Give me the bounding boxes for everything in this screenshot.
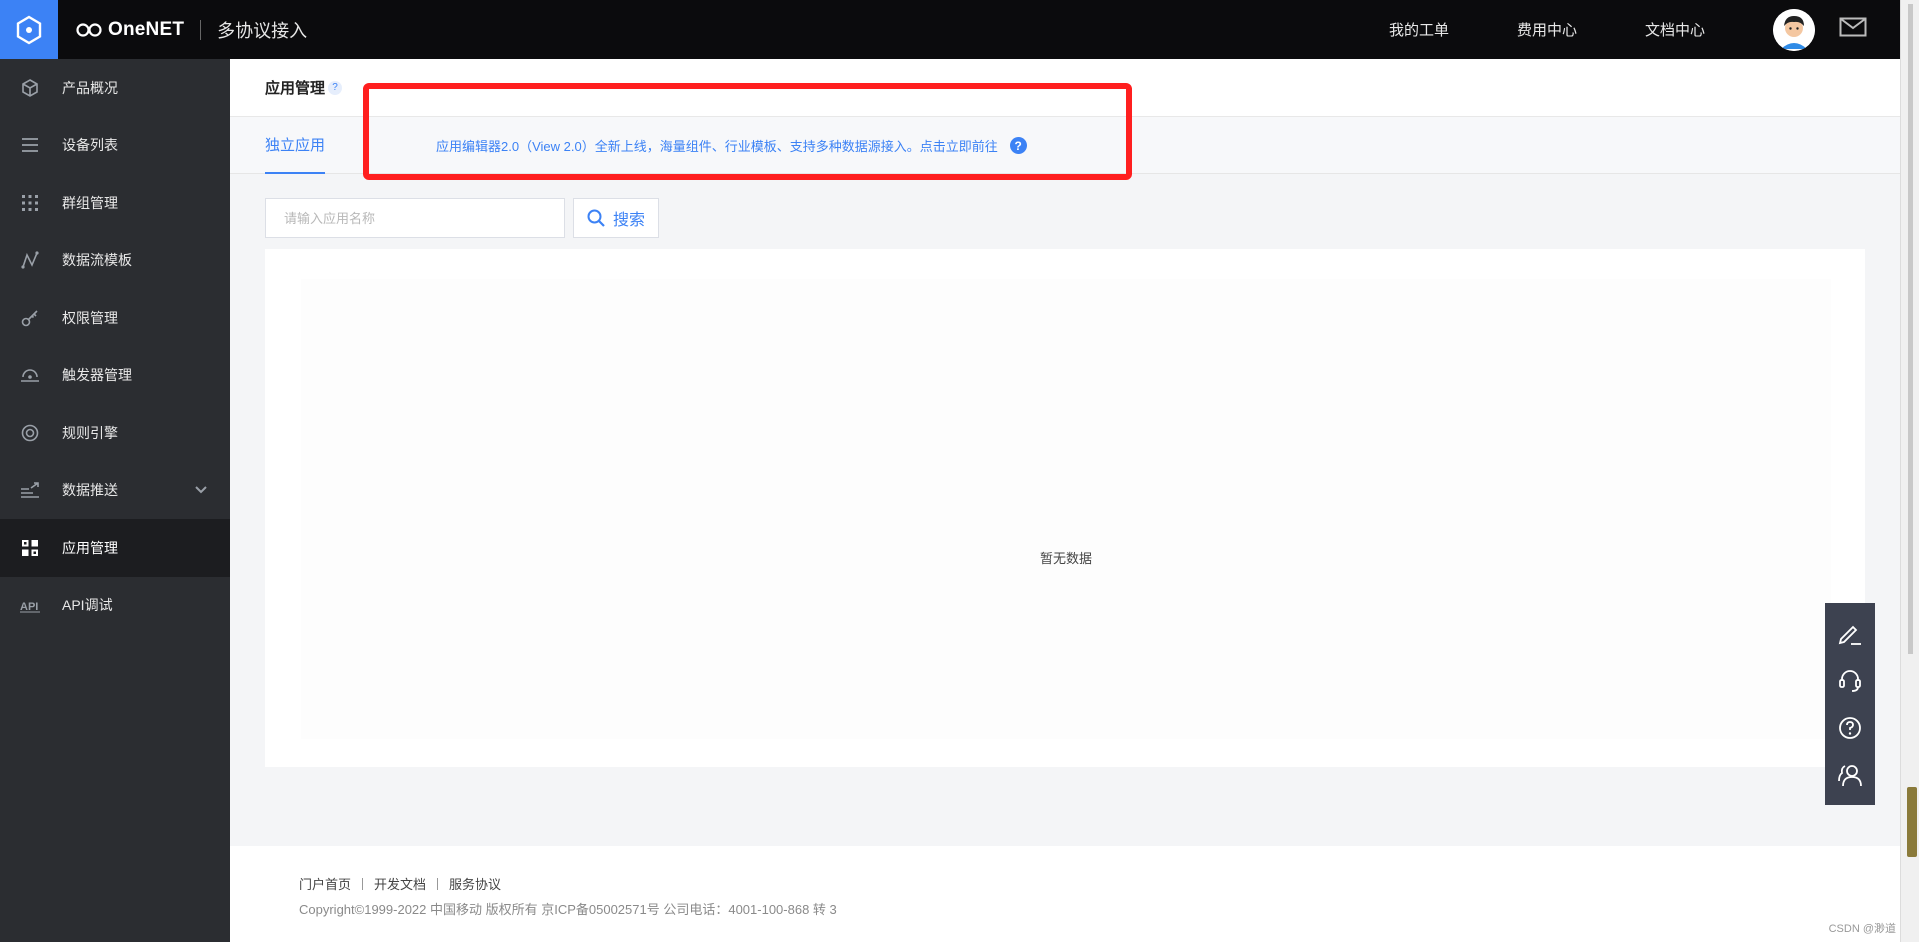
nav-my-tickets[interactable]: 我的工单 — [1389, 19, 1449, 40]
scrollbar-grip[interactable] — [1907, 787, 1917, 857]
grid-dots-icon — [20, 193, 40, 213]
rule-engine-icon — [20, 423, 40, 443]
footer-divider — [437, 877, 439, 890]
sidebar-item-datastream-template[interactable]: 数据流模板 — [0, 232, 230, 290]
sidebar: 产品概况 设备列表 群组管理 数据流模板 权限管理 触发器管理 规则引擎 数据推… — [0, 59, 230, 942]
customer-service-button[interactable] — [1833, 663, 1867, 697]
search-button-label: 搜索 — [612, 212, 645, 229]
promo-text: 应用编辑器2.0（View 2.0）全新上线，海量组件、行业模板、支持多种数据源… — [436, 139, 998, 154]
sidebar-item-label: 产品概况 — [62, 79, 118, 96]
headset-icon — [1839, 670, 1861, 693]
top-bar: OneNET 多协议接入 我的工单 费用中心 文档中心 — [0, 0, 1900, 59]
footer-link-portal-home[interactable]: 门户首页 — [299, 874, 351, 893]
list-icon — [20, 135, 40, 155]
brand-divider — [200, 19, 202, 40]
key-icon — [20, 308, 40, 328]
mail-icon[interactable] — [1839, 17, 1867, 42]
sidebar-item-label: 数据推送 — [62, 482, 118, 499]
question-circle-icon[interactable]: ? — [1009, 137, 1027, 154]
sidebar-item-app-management[interactable]: 应用管理 — [0, 519, 230, 577]
sidebar-item-device-list[interactable]: 设备列表 — [0, 117, 230, 175]
hexagon-logo-icon — [16, 15, 42, 44]
search-row: 搜索 — [265, 198, 659, 238]
top-nav: 我的工单 费用中心 文档中心 — [1389, 0, 1900, 59]
sidebar-item-group-management[interactable]: 群组管理 — [0, 174, 230, 232]
view2-promo-link[interactable]: 应用编辑器2.0（View 2.0）全新上线，海量组件、行业模板、支持多种数据源… — [436, 117, 1027, 174]
scrollbar-thumb[interactable] — [1908, 4, 1913, 654]
footer-links: 门户首页 开发文档 服务协议 — [299, 874, 1900, 893]
app-table: 暂无数据 — [265, 249, 1865, 767]
help-icon[interactable]: ? — [328, 80, 343, 95]
page-scrollbar[interactable] — [1900, 0, 1919, 942]
chevron-down-icon[interactable] — [194, 483, 208, 500]
tab-standalone-apps[interactable]: 独立应用 — [265, 117, 326, 174]
sidebar-item-api-debug[interactable]: API API调试 — [0, 577, 230, 635]
apps-icon — [20, 538, 40, 558]
search-icon — [587, 209, 605, 227]
page-header: 应用管理 ? — [230, 59, 1900, 117]
sidebar-item-rule-engine[interactable]: 规则引擎 — [0, 404, 230, 462]
nav-billing-center[interactable]: 费用中心 — [1517, 19, 1577, 40]
feedback-button[interactable] — [1833, 616, 1867, 650]
sidebar-item-label: 群组管理 — [62, 194, 118, 211]
cube-icon — [20, 78, 40, 98]
table-body: 暂无数据 — [301, 279, 1831, 739]
tab-bar: 独立应用 应用编辑器2.0（View 2.0）全新上线，海量组件、行业模板、支持… — [230, 117, 1900, 174]
svg-text:API: API — [20, 601, 38, 613]
sidebar-item-trigger-management[interactable]: 触发器管理 — [0, 347, 230, 405]
sidebar-item-label: 设备列表 — [62, 137, 118, 154]
brand-subtitle: 多协议接入 — [217, 20, 308, 41]
page-title: 应用管理 — [265, 80, 326, 97]
sidebar-item-label: 规则引擎 — [62, 424, 118, 441]
help-center-button[interactable] — [1833, 711, 1867, 745]
users-icon — [1838, 765, 1862, 787]
product-switch-button[interactable] — [0, 0, 58, 59]
question-icon — [1839, 716, 1861, 739]
footer-link-service-agreement[interactable]: 服务协议 — [449, 874, 501, 893]
community-button[interactable] — [1833, 758, 1867, 792]
onenet-logo-icon — [76, 22, 102, 37]
footer-link-dev-docs[interactable]: 开发文档 — [374, 874, 426, 893]
floating-tool-panel — [1825, 603, 1875, 805]
sidebar-item-data-push[interactable]: 数据推送 — [0, 462, 230, 520]
main-content: 应用管理 ? 独立应用 应用编辑器2.0（View 2.0）全新上线，海量组件、… — [230, 59, 1900, 942]
copyright-text: Copyright©1999-2022 中国移动 版权所有 京ICP备05002… — [299, 902, 837, 917]
api-icon: API — [20, 595, 40, 615]
edit-icon — [1838, 625, 1861, 645]
footer: 门户首页 开发文档 服务协议 Copyright©1999-2022 中国移动 … — [230, 846, 1900, 942]
sidebar-item-permission-management[interactable]: 权限管理 — [0, 289, 230, 347]
search-button[interactable]: 搜索 — [573, 198, 659, 238]
empty-state-text: 暂无数据 — [1039, 551, 1092, 566]
datastream-icon — [20, 250, 40, 270]
user-avatar-icon — [1773, 8, 1815, 51]
footer-divider — [362, 877, 364, 890]
brand-name: OneNET — [108, 18, 185, 40]
sidebar-item-label: API调试 — [62, 597, 113, 614]
sidebar-item-product-overview[interactable]: 产品概况 — [0, 59, 230, 117]
nav-docs-center[interactable]: 文档中心 — [1645, 19, 1705, 40]
search-input[interactable] — [265, 198, 565, 238]
watermark-text: CSDN @渺道 — [1828, 923, 1896, 935]
trigger-icon — [20, 365, 40, 385]
sidebar-item-label: 触发器管理 — [62, 367, 132, 384]
avatar[interactable] — [1773, 8, 1815, 51]
sidebar-item-label: 应用管理 — [62, 539, 118, 556]
brand[interactable]: OneNET 多协议接入 — [76, 17, 307, 43]
sidebar-item-label: 权限管理 — [62, 309, 118, 326]
sidebar-item-label: 数据流模板 — [62, 252, 132, 269]
data-push-icon — [20, 480, 40, 500]
